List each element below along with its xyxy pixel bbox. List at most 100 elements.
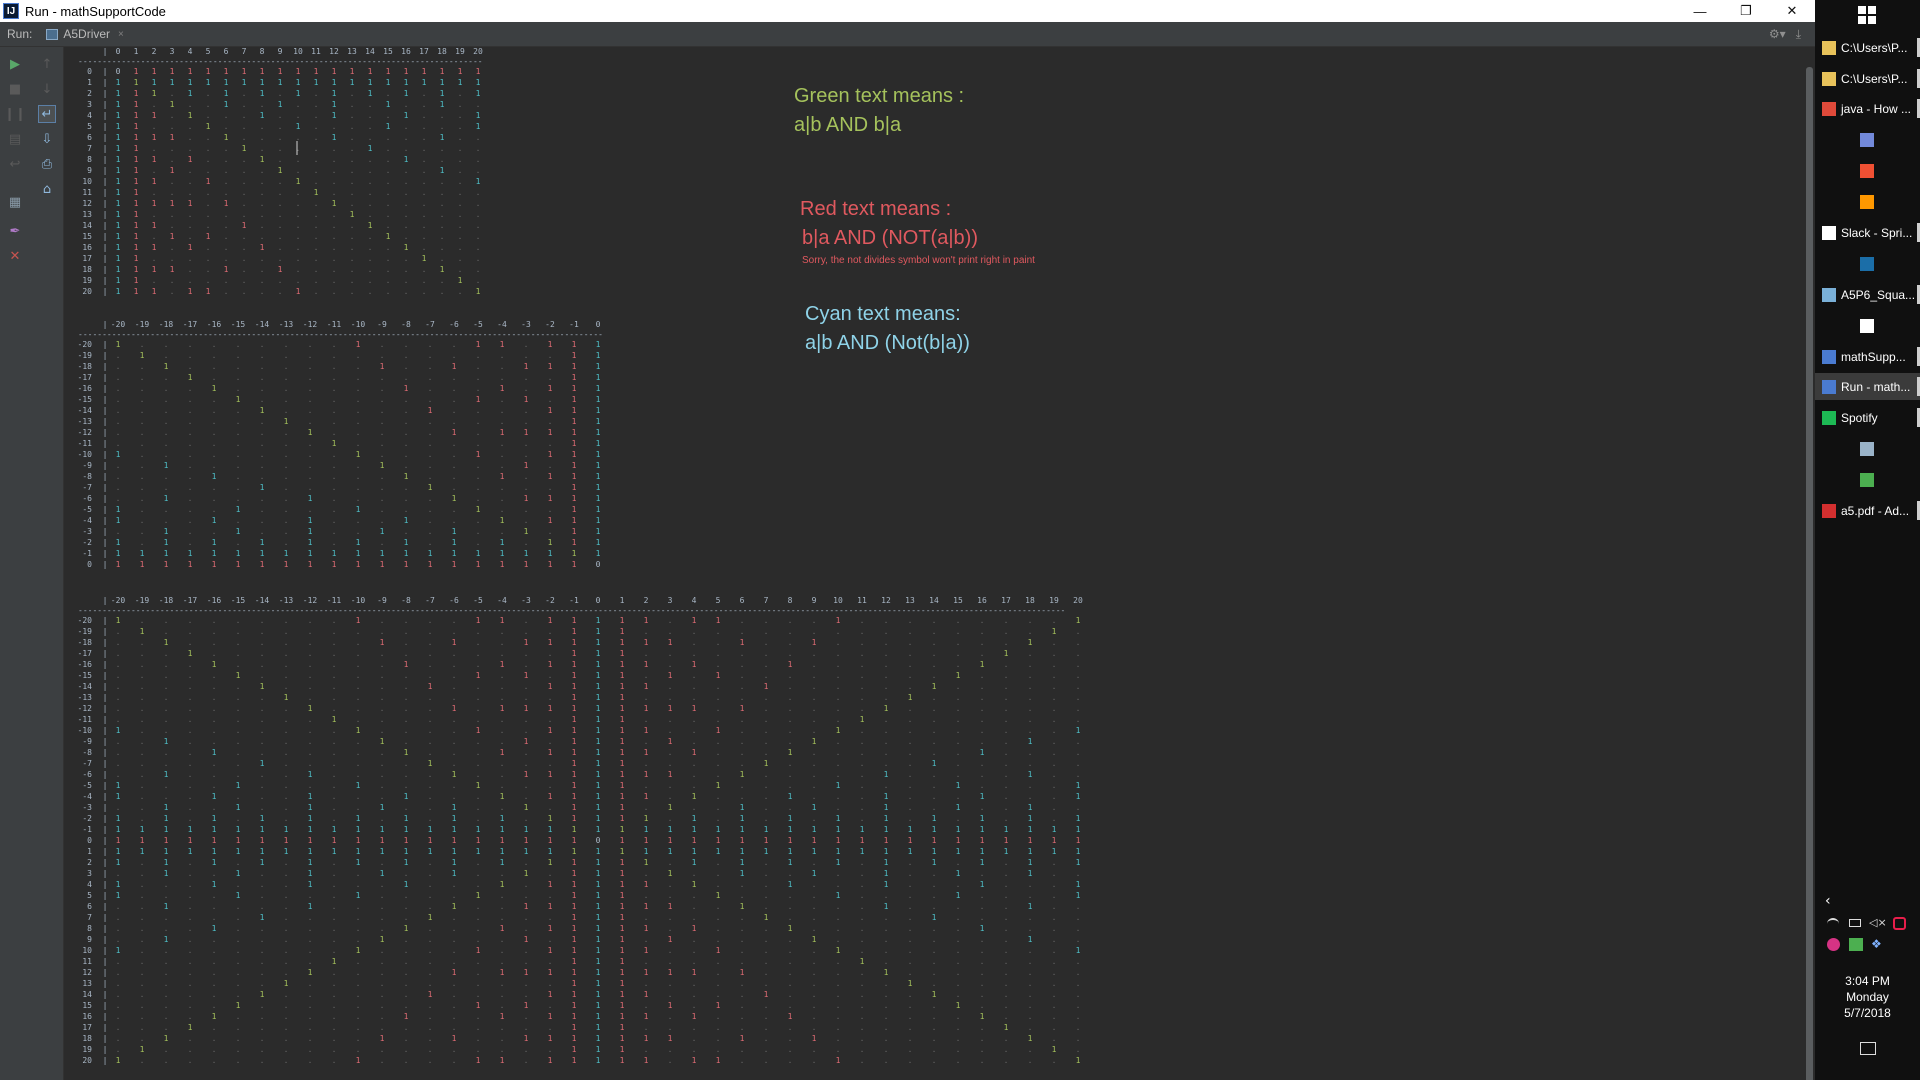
scrollbar-thumb[interactable] [1806,67,1813,1080]
cell-red: 1 [812,836,817,845]
row-separator: | [103,1045,108,1054]
taskbar-item[interactable]: Slack - Spri... [1815,219,1920,246]
taskbar-item[interactable]: java - How ... [1815,95,1920,122]
cell-red: 1 [500,1012,505,1021]
action-center-icon[interactable] [1860,1042,1876,1055]
clear-all-icon[interactable]: ⌂ [38,180,56,198]
vertical-scrollbar[interactable] [1804,47,1815,1080]
cell-empty: . [140,869,145,878]
taskbar-item[interactable] [1815,126,1920,153]
close-button[interactable]: ✕ [1769,0,1815,22]
battery-icon[interactable] [1849,919,1861,927]
console-output[interactable]: 0 1 2 3 4 5 6 7 8 9 10 11 12 13 14 15 16 17 18 19 20 | -------… [64,47,1804,1080]
soft-wrap-icon[interactable]: ↵ [38,105,56,123]
cell-empty: . [980,704,985,713]
row-header: -10 [78,450,93,459]
cell-empty: . [188,232,193,241]
taskbar-item[interactable]: mathSupp... [1815,343,1920,370]
cell-empty: . [188,880,193,889]
taskbar-item[interactable] [1815,435,1920,462]
column-header: 7 [242,47,247,56]
print-icon[interactable]: ⎙ [38,155,56,173]
up-icon[interactable]: ↑ [38,55,56,73]
cell-empty: . [428,362,433,371]
cell-empty: . [380,494,385,503]
taskbar-item[interactable] [1815,250,1920,277]
cell-red: 1 [380,362,385,371]
minimize-button[interactable]: — [1677,0,1723,22]
dump-threads-icon[interactable]: ▤ [6,130,24,148]
antivirus-icon[interactable] [1893,917,1906,930]
hide-icon[interactable]: ⤓ [1796,27,1801,42]
scroll-to-end-icon[interactable]: ⇩ [38,130,56,148]
cell-empty: . [380,1056,385,1065]
tray-app-icon[interactable] [1827,938,1840,951]
cell-empty: . [764,693,769,702]
cell-red: 1 [572,627,577,636]
layout-icon[interactable]: ▦ [6,193,24,211]
pin-icon[interactable]: ✒ [6,222,24,240]
taskbar-clock[interactable]: 3:04 PM Monday 5/7/2018 [1815,973,1920,1021]
dropbox-icon[interactable]: ❖ [1871,937,1882,951]
cell-empty: . [788,1056,793,1065]
cell-cyan: 1 [260,78,265,87]
tab-a5driver[interactable]: A5Driver × [46,27,124,41]
cell-empty: . [236,990,241,999]
taskbar-item[interactable]: C:\Users\P... [1815,65,1920,92]
cell-empty: . [164,924,169,933]
cell-empty: . [236,682,241,691]
column-header: -17 [183,320,198,329]
mute-icon[interactable]: ◁× [1869,916,1887,929]
cell-empty: . [116,627,121,636]
tab-close-icon[interactable]: × [118,29,124,40]
taskbar-item[interactable]: C:\Users\P... [1815,34,1920,61]
exit-icon[interactable]: ↩ [6,155,24,173]
cell-empty: . [1028,913,1033,922]
cell-empty: . [404,461,409,470]
windows-start-icon[interactable] [1858,6,1876,24]
taskbar-item[interactable]: a5.pdf - Ad... [1815,497,1920,524]
cell-empty: . [356,406,361,415]
taskbar-item[interactable] [1815,466,1920,493]
taskbar-item[interactable]: Run - math... [1815,373,1920,400]
cell-empty: . [242,265,247,274]
cell-red: 1 [134,210,139,219]
down-icon[interactable]: ↓ [38,80,56,98]
row-separator: | [103,243,108,252]
show-hidden-icons-icon[interactable]: ‹ [1825,893,1831,909]
taskbar-item[interactable] [1815,188,1920,215]
cell-empty: . [404,759,409,768]
taskbar-item[interactable]: Spotify [1815,404,1920,431]
row-header: 15 [82,232,92,241]
cell-red: 1 [572,814,577,823]
row-header: -8 [82,472,92,481]
cell-red: 1 [836,616,841,625]
tray-network-icon[interactable] [1849,938,1863,951]
column-header: 6 [224,47,229,56]
cell-red: 1 [500,1056,505,1065]
cell-cyan: 1 [668,825,673,834]
rerun-icon[interactable]: ▶ [6,55,24,73]
cell-empty: . [188,781,193,790]
stop-icon[interactable]: ■ [6,80,24,98]
cell-empty: . [332,1023,337,1032]
cell-empty: . [236,461,241,470]
cell-empty: . [212,494,217,503]
cell-empty: . [836,748,841,757]
cell-empty: . [314,155,319,164]
taskbar-item[interactable]: A5P6_Squa... [1815,281,1920,308]
cell-empty: . [140,406,145,415]
taskbar-item[interactable] [1815,312,1920,339]
taskbar-item[interactable] [1815,157,1920,184]
cell-empty: . [212,726,217,735]
cell-empty: . [212,715,217,724]
close-run-icon[interactable]: ✕ [6,247,24,265]
wifi-icon[interactable] [1827,918,1839,930]
cell-empty: . [500,1045,505,1054]
restore-button[interactable]: ❐ [1723,0,1769,22]
gear-icon[interactable]: ⚙▾ [1769,27,1786,42]
column-header: 9 [278,47,283,56]
cell-empty: . [764,781,769,790]
pause-icon[interactable]: ❙❙ [4,105,26,123]
cell-red: 1 [134,254,139,263]
